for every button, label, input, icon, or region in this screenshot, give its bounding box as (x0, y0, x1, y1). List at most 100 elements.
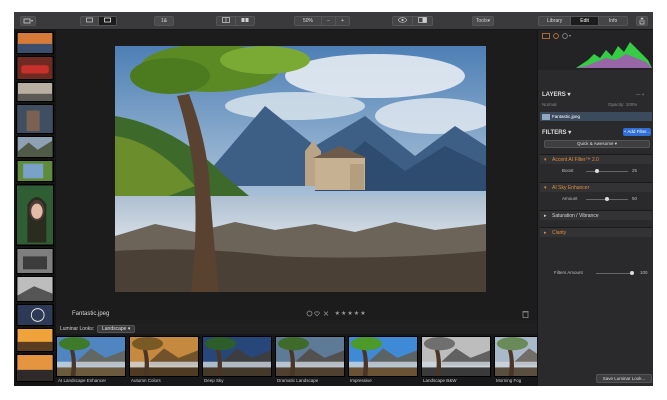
mode-tabs[interactable]: Library Edit Info (538, 16, 629, 26)
zoom-percent[interactable]: 50% (295, 17, 323, 25)
filter-header[interactable]: ▸ Saturation / Vibrance (540, 210, 652, 220)
slider-label: Amount (562, 196, 578, 201)
layer-name: Fantastic.jpeg (552, 114, 581, 119)
compare-split-button[interactable] (217, 17, 236, 25)
layer-row[interactable]: Fantastic.jpeg (540, 112, 652, 121)
rating-stars[interactable]: ★★★★★ (306, 310, 367, 317)
side-by-side-icon (241, 18, 249, 22)
image-info-bar: Fantastic.jpeg ★★★★★ (56, 308, 537, 322)
image-layer-icon (542, 113, 550, 120)
app-menu-button[interactable] (20, 16, 36, 26)
looks-category-select[interactable]: Landscape ▾ (97, 325, 136, 333)
info-icon[interactable] (562, 33, 572, 39)
share-icon (639, 17, 645, 25)
filters-amount-row: Filters Amount 100 (540, 269, 652, 277)
filters-amount-value: 100 (640, 270, 648, 275)
look-thumbnail (56, 336, 126, 377)
preview-toggle[interactable] (392, 16, 433, 26)
filmstrip-thumb[interactable] (16, 82, 54, 102)
layers-actions[interactable]: — + (636, 92, 644, 97)
slider-value: 50 (632, 196, 638, 201)
filmstrip-sidebar (14, 30, 56, 386)
filters-amount-track[interactable] (596, 273, 632, 274)
chevron-icon: ▾ (544, 185, 547, 191)
look-preset[interactable]: Deep Sky (202, 336, 272, 384)
filter-header[interactable]: ▸ Clarity (540, 227, 652, 237)
split-icon (222, 17, 230, 23)
zoom-value-label: 1& (160, 18, 168, 24)
chevron-icon: ▸ (544, 213, 547, 219)
filmstrip-thumb[interactable] (16, 276, 54, 302)
look-name: AI Landscape Enhancer (58, 378, 107, 383)
filmstrip-thumb[interactable] (16, 328, 54, 352)
look-thumbnail (275, 336, 345, 377)
filmstrip-thumb[interactable] (16, 184, 54, 246)
zoom-controls[interactable]: 50% − + (294, 16, 350, 26)
layers-icon (23, 18, 33, 24)
slider-track[interactable] (586, 171, 628, 172)
compare-side-button[interactable] (236, 17, 254, 25)
layers-title[interactable]: LAYERS ▾ (542, 91, 570, 98)
tools-menu-button[interactable]: Tools▾ (472, 16, 494, 26)
slider-knob[interactable] (594, 169, 599, 173)
top-toolbar: 1& 50% − + Tools▾ Library Edit Info (14, 12, 653, 30)
looks-header: Luminar Looks: Landscape ▾ (56, 324, 537, 334)
filmstrip-thumb[interactable] (16, 56, 54, 80)
look-preset[interactable]: Impressive (348, 336, 418, 384)
slider-knob[interactable] (605, 197, 609, 201)
filter-header[interactable]: ▾ Accent AI Filter™ 2.0 (540, 154, 652, 164)
compare-toggle[interactable] (216, 16, 255, 26)
filter-header[interactable]: ▾ AI Sky Enhancer (540, 182, 652, 192)
look-preset[interactable]: AI Landscape Enhancer (56, 336, 126, 384)
filmstrip-thumb[interactable] (16, 136, 54, 158)
look-preset[interactable]: Landscape B&W (421, 336, 491, 384)
trash-glyph (522, 311, 529, 318)
add-filter-button[interactable]: + Add Filter... (623, 128, 651, 136)
filters-amount-knob[interactable] (630, 271, 634, 275)
before-after-icon (418, 17, 427, 23)
save-look-button[interactable]: Save Luminar Look... (596, 374, 652, 383)
filters-title[interactable]: FILTERS ▾ (542, 129, 571, 136)
edit-panel: LAYERS ▾ — + Normal Opacity: 100% Fantas… (537, 30, 653, 386)
filter-slider-row: Boost 25 (540, 167, 652, 175)
look-preset[interactable]: Autumn Colors (129, 336, 199, 384)
filmstrip-thumb[interactable] (16, 248, 54, 274)
zoom-in-button[interactable]: + (336, 17, 349, 25)
zoom-value-button[interactable]: 1& (154, 16, 174, 26)
filmstrip-thumb[interactable] (16, 160, 54, 182)
preset-select[interactable]: Quick & Awesome ▾ (544, 140, 650, 148)
tools-label: Tools (475, 18, 488, 24)
histogram-graph (576, 42, 652, 68)
filters-amount-label: Filters Amount (554, 270, 583, 275)
view-mode-toggle[interactable] (80, 16, 117, 26)
view-grid-button[interactable] (99, 17, 116, 25)
filmstrip-thumb[interactable] (16, 104, 54, 134)
filmstrip-thumb[interactable] (16, 304, 54, 326)
filmstrip-thumb[interactable] (16, 32, 54, 54)
look-preset[interactable]: Dramatic Landscape (275, 336, 345, 384)
star-rating[interactable]: ★★★★★ (335, 311, 367, 317)
tab-library[interactable]: Library (539, 17, 572, 25)
clipping-icon[interactable] (552, 33, 560, 39)
rotate-heart-reject-icons (306, 310, 329, 317)
image-filename: Fantastic.jpeg (72, 311, 110, 317)
filter-name: Clarity (552, 230, 567, 236)
tab-info[interactable]: Info (599, 17, 627, 25)
preview-compare-button[interactable] (413, 17, 432, 25)
view-single-button[interactable] (81, 17, 99, 25)
trash-icon[interactable] (522, 310, 529, 320)
blend-mode-select[interactable]: Normal (542, 102, 557, 107)
preset-value: Quick & Awesome (577, 141, 614, 146)
main-photo[interactable] (115, 46, 486, 292)
filmstrip-thumb[interactable] (16, 354, 54, 382)
tab-edit[interactable]: Edit (571, 17, 599, 25)
preview-eye-button[interactable] (393, 17, 413, 25)
zoom-out-button[interactable]: − (322, 17, 336, 25)
look-thumbnail (421, 336, 491, 377)
share-button[interactable] (636, 16, 648, 26)
histogram-icon[interactable] (542, 33, 550, 39)
single-view-icon (86, 17, 93, 23)
chevron-icon: ▾ (544, 157, 547, 163)
histogram (538, 30, 653, 70)
layer-opacity[interactable]: Opacity: 100% (608, 102, 637, 107)
